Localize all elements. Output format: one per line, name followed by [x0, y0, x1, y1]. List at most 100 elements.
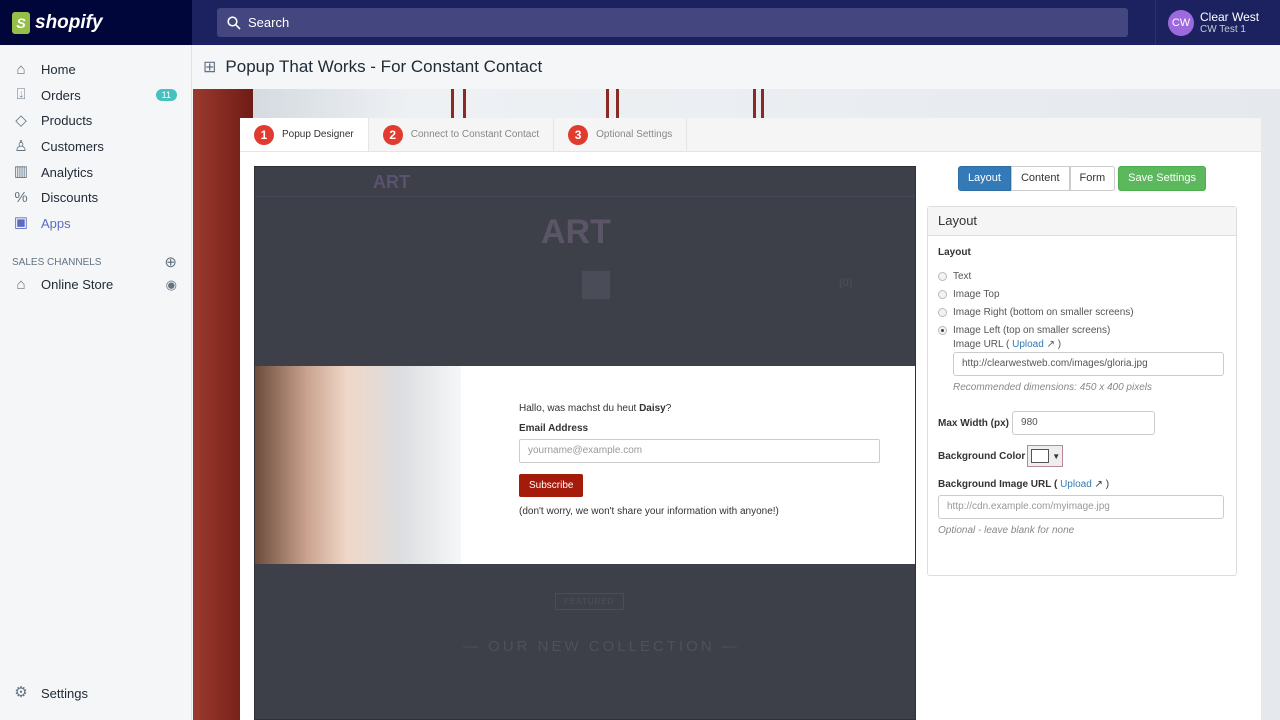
top-bar: Sshopify Search CW Clear West CW Test 1 — [0, 0, 1280, 45]
avatar: CW — [1168, 9, 1194, 36]
greeting-suffix: ? — [665, 403, 672, 414]
radio-image-right[interactable]: Image Right (bottom on smaller screens) — [938, 303, 1226, 321]
sidebar-item-apps[interactable]: ▣ Apps — [0, 211, 191, 237]
max-width-input[interactable]: 980 — [1012, 411, 1156, 435]
bg-image-input[interactable]: http://cdn.example.com/myimage.jpg — [938, 495, 1224, 519]
tab-optional-settings[interactable]: 3 Optional Settings — [554, 118, 688, 151]
email-label: Email Address — [519, 423, 589, 434]
bg-upload-link[interactable]: Upload — [1060, 479, 1092, 490]
search-icon — [227, 15, 241, 30]
layout-section-label: Layout — [938, 247, 971, 258]
collection-heading: — OUR NEW COLLECTION — — [463, 638, 740, 655]
cart-count: (0) — [839, 277, 853, 289]
shopify-bag-icon: S — [12, 11, 30, 34]
radio-text[interactable]: Text — [938, 267, 1226, 285]
save-settings-button[interactable]: Save Settings — [1118, 166, 1207, 191]
page-title: Popup That Works - For Constant Contact — [225, 57, 543, 76]
greeting-name: Daisy — [639, 403, 666, 414]
tag-icon: ◇ — [15, 111, 27, 129]
search-input[interactable]: Search — [217, 8, 1128, 37]
email-input[interactable]: yourname@example.com — [519, 439, 880, 463]
discount-icon: % — [14, 188, 28, 206]
sidebar-item-customers[interactable]: ♙ Customers — [0, 134, 191, 160]
sidebar-item-settings[interactable]: ⚙ Settings — [0, 680, 191, 706]
label: Customers — [41, 139, 104, 155]
sidebar-item-online-store[interactable]: ⌂ Online Store ◉ — [0, 272, 191, 298]
step-number: 1 — [254, 124, 274, 145]
user-name: Clear West — [1200, 9, 1260, 24]
radio-icon — [938, 307, 947, 317]
tab-label: Connect to Constant Contact — [410, 129, 540, 140]
label: Orders — [41, 87, 81, 103]
option-label: Image Right (bottom on smaller screens) — [953, 306, 1134, 318]
orders-icon: ⍗ — [16, 86, 26, 104]
orders-badge: 11 — [155, 89, 177, 102]
popup-image — [255, 366, 461, 564]
option-label: Image Left (top on smaller screens) — [953, 324, 1111, 336]
bg-color-label: Background Color — [938, 450, 1026, 462]
person-icon: ♙ — [14, 137, 28, 155]
eye-icon[interactable]: ◉ — [166, 277, 177, 293]
bg-color-picker[interactable]: ▼ — [1027, 445, 1064, 467]
brand-text: shopify — [35, 11, 103, 33]
sidebar-item-analytics[interactable]: ▥ Analytics — [0, 159, 191, 185]
radio-image-left[interactable]: Image Left (top on smaller screens) — [938, 321, 1226, 339]
sidebar: ⌂ Home ⍗ Orders 11 ◇ Products ♙ Customers ▥ An… — [0, 45, 192, 720]
shopify-logo[interactable]: Sshopify — [0, 0, 192, 45]
max-width-label: Max Width (px) — [938, 417, 1010, 429]
sidebar-item-orders[interactable]: ⍗ Orders 11 — [0, 83, 191, 109]
option-label: Image Top — [953, 288, 1000, 300]
gear-icon: ⚙ — [14, 684, 28, 702]
store-icon: ⌂ — [16, 275, 26, 293]
apps-icon: ⊞ — [203, 59, 217, 76]
form-button[interactable]: Form — [1069, 166, 1116, 191]
settings-panel: Layout Content Form Save Settings Layout… — [927, 166, 1237, 576]
layout-button[interactable]: Layout — [957, 166, 1011, 191]
label: Apps — [41, 215, 71, 231]
user-menu[interactable]: CW Clear West CW Test 1 — [1155, 0, 1280, 45]
panel-title: Layout — [928, 207, 1236, 236]
tab-label: Optional Settings — [596, 129, 673, 140]
menu-icon — [582, 271, 610, 299]
image-url-input[interactable]: http://clearwestweb.com/images/gloria.jp… — [953, 352, 1224, 376]
popup: Hallo, was machst du heut Daisy? Email A… — [255, 366, 915, 564]
sales-channels-label: SALES CHANNELS — [12, 256, 102, 268]
paren: ) — [1057, 339, 1062, 350]
tab-connect[interactable]: 2 Connect to Constant Contact — [369, 118, 555, 151]
store-logo: ART — [373, 172, 410, 192]
external-link-icon: ↗ — [1046, 339, 1055, 350]
sidebar-item-discounts[interactable]: % Discounts — [0, 185, 191, 211]
image-url-label: Image URL ( Upload ↗ ) — [953, 339, 1226, 350]
apps-icon: ▣ — [13, 214, 29, 232]
chart-icon: ▥ — [13, 163, 29, 181]
page-header: ⊞ Popup That Works - For Constant Contact — [193, 45, 1280, 89]
label: Products — [41, 113, 93, 129]
radio-icon — [938, 289, 947, 299]
radio-image-top[interactable]: Image Top — [938, 285, 1226, 303]
label: Home — [41, 62, 76, 78]
content-button[interactable]: Content — [1010, 166, 1070, 191]
bg-image-label: Background Image URL ( — [938, 479, 1058, 490]
step-tabs: 1 Popup Designer 2 Connect to Constant Con… — [240, 118, 1261, 152]
label: Discounts — [41, 190, 99, 206]
label: Settings — [41, 685, 88, 701]
label: Analytics — [41, 164, 94, 180]
tab-label: Popup Designer — [282, 129, 354, 140]
featured-label: FEATURED — [555, 593, 624, 610]
radio-checked-icon — [938, 325, 947, 335]
add-channel-icon[interactable]: ⊕ — [164, 253, 177, 271]
popup-preview: ART ART (0) FEATURED — OUR NEW COLLECTIO… — [254, 166, 916, 720]
step-number: 3 — [568, 124, 589, 145]
upload-link[interactable]: Upload — [1012, 339, 1044, 350]
greeting-text: Hallo, was machst du heut — [519, 403, 640, 414]
subscribe-button[interactable]: Subscribe — [519, 474, 584, 497]
sidebar-item-products[interactable]: ◇ Products — [0, 108, 191, 134]
color-swatch — [1031, 449, 1050, 463]
label: Image URL ( — [953, 339, 1010, 350]
home-icon: ⌂ — [16, 60, 26, 78]
search-placeholder: Search — [248, 15, 290, 30]
recommended-help: Recommended dimensions: 450 x 400 pixels — [953, 382, 1152, 393]
tab-popup-designer[interactable]: 1 Popup Designer — [240, 118, 369, 151]
sidebar-item-home[interactable]: ⌂ Home — [0, 57, 191, 83]
external-link-icon: ↗ — [1094, 479, 1103, 490]
